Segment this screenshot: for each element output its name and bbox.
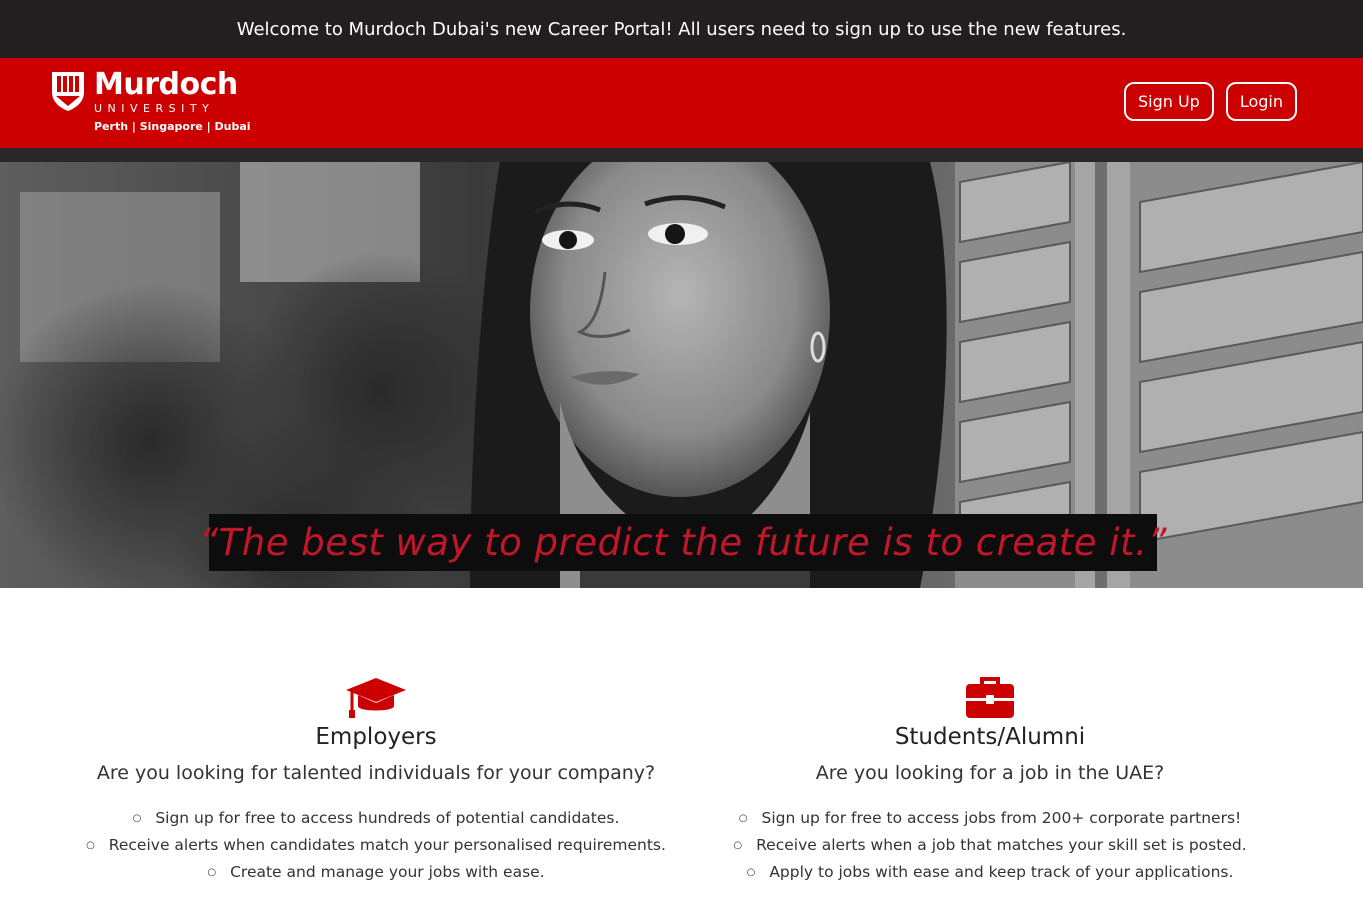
- list-item: Receive alerts when candidates match you…: [66, 833, 686, 860]
- employers-column: Employers Are you looking for talented i…: [66, 672, 686, 887]
- features-section: Employers Are you looking for talented i…: [0, 588, 1363, 919]
- list-item: Sign up for free to access hundreds of p…: [66, 806, 686, 833]
- students-benefits-list: Sign up for free to access jobs from 200…: [680, 806, 1300, 887]
- students-title: Students/Alumni: [894, 724, 1086, 750]
- logo-campuses: Perth | Singapore | Dubai: [94, 120, 251, 133]
- students-column: Students/Alumni Are you looking for a jo…: [680, 672, 1300, 887]
- employers-question: Are you looking for talented individuals…: [96, 762, 656, 784]
- employers-benefits-list: Sign up for free to access hundreds of p…: [66, 806, 686, 887]
- site-header: Murdoch UNIVERSITY Perth | Singapore | D…: [0, 58, 1363, 162]
- students-question: Are you looking for a job in the UAE?: [815, 762, 1165, 784]
- hero-quote: “The best way to predict the future is t…: [199, 521, 1167, 564]
- graduation-cap-icon: [346, 678, 406, 718]
- employers-title: Employers: [315, 724, 437, 750]
- quote-band: “The best way to predict the future is t…: [199, 514, 1167, 571]
- header-nav: Sign Up Login: [1123, 82, 1297, 121]
- logo-name: Murdoch: [94, 67, 238, 102]
- crest-icon: [52, 72, 84, 111]
- logo-subtitle: UNIVERSITY: [94, 102, 215, 115]
- list-item: Create and manage your jobs with ease.: [66, 860, 686, 887]
- list-item: Apply to jobs with ease and keep track o…: [680, 860, 1300, 887]
- announcement-bar: Welcome to Murdoch Dubai's new Career Po…: [0, 0, 1363, 58]
- login-button[interactable]: Login: [1225, 82, 1297, 121]
- hero-banner: “The best way to predict the future is t…: [0, 162, 1363, 588]
- murdoch-logo[interactable]: Murdoch UNIVERSITY Perth | Singapore | D…: [50, 70, 251, 134]
- sign-up-button[interactable]: Sign Up: [1123, 82, 1214, 121]
- briefcase-icon: [966, 677, 1014, 718]
- list-item: Receive alerts when a job that matches y…: [680, 833, 1300, 860]
- announcement-text: Welcome to Murdoch Dubai's new Career Po…: [236, 18, 1127, 40]
- list-item: Sign up for free to access jobs from 200…: [680, 806, 1300, 833]
